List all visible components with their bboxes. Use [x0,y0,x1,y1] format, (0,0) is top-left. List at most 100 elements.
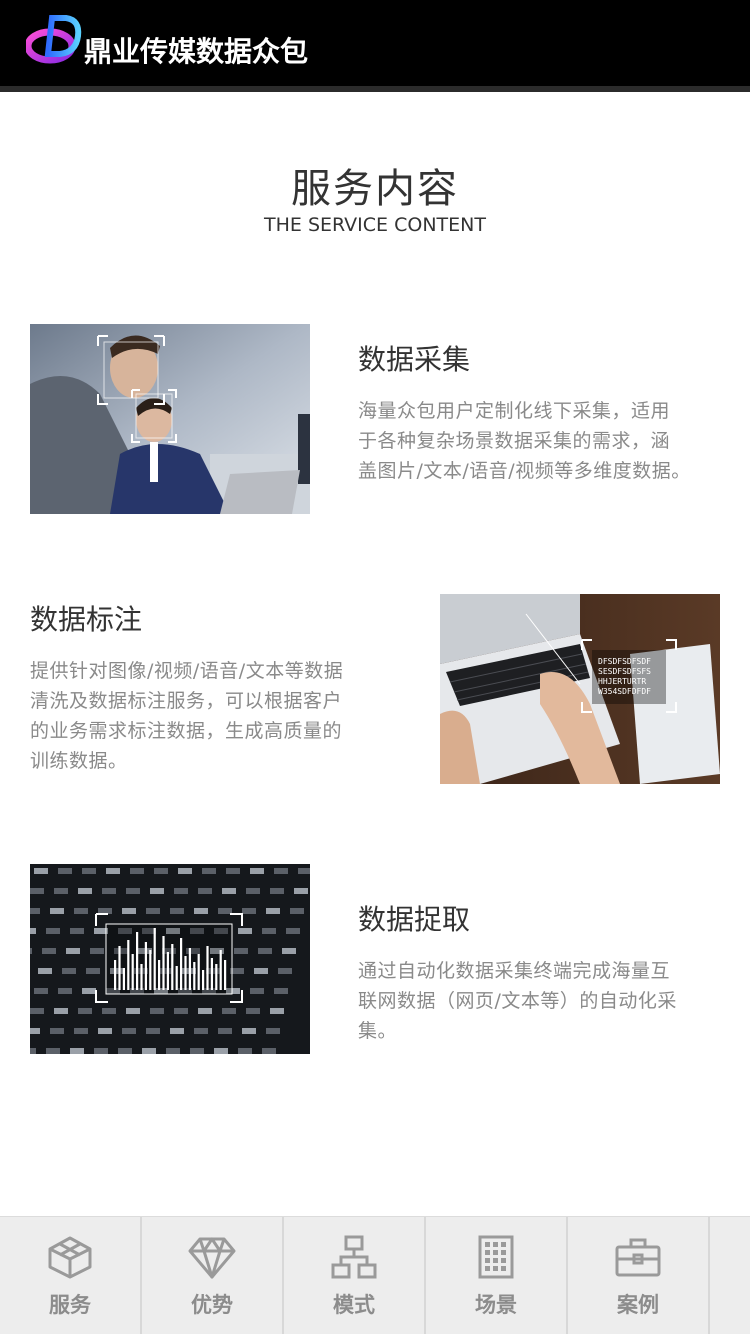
mixer-fader [290,908,304,914]
mixer-fader [86,968,100,974]
mixer-fader [298,868,310,874]
tab-label: 服务 [49,1293,91,1317]
waveform-bar [158,960,161,990]
mixer-fader [126,888,140,894]
mixer-fader [142,1048,156,1054]
waveform-bar [197,954,200,990]
mixer-fader [198,1008,212,1014]
page: 鼎业传媒数据众包 服务内容 THE SERVICE CONTENT 数据采集 海… [0,0,750,1334]
mixer-fader [70,928,84,934]
mixer-fader [90,948,104,954]
mixer-fader [106,868,120,874]
briefcase-icon [615,1238,661,1277]
mixer-fader [294,888,308,894]
overlay-text-line: W354SDFDFDF [598,687,651,696]
desc-line: 通过自动化数据采集终端完成海量互 [358,960,671,982]
mixer-fader [82,868,96,874]
tab-service[interactable]: 服务 [0,1217,142,1334]
waveform-bar [131,954,134,990]
desc-line: 海量众包用户定制化线下采集，适用 [358,400,671,422]
waveform-bar [180,938,183,990]
mixer-fader [150,1008,164,1014]
mixer-fader [130,868,144,874]
service-desc-collection: 海量众包用户定制化线下采集，适用 于各种复杂场景数据采集的需求，涵 盖图片/文本… [358,396,738,486]
waveform-bar [140,964,143,990]
mixer-fader [30,908,40,914]
waveform-bar [144,942,147,990]
mixer-fader [58,988,72,994]
mixer-fader [78,1008,92,1014]
mixer-fader [146,908,160,914]
logo-text: 鼎业传媒数据众包 [84,35,309,68]
waveform-bar [149,950,152,990]
mixer-fader [122,908,136,914]
waveform-bar [193,962,196,990]
mixer-fader [238,1048,252,1054]
mixer-fader [50,1028,64,1034]
section-subtitle: THE SERVICE CONTENT [264,214,486,236]
building-icon [478,1235,514,1279]
mixer-fader [74,908,88,914]
mixer-fader [30,1048,36,1054]
tab-overflow[interactable] [710,1217,750,1334]
mixer-fader [78,888,92,894]
tab-label: 案例 [617,1293,659,1317]
mixer-fader [202,868,216,874]
overlay-text-line: SESDFSDFSFS [598,667,651,676]
waveform-bar [188,948,191,990]
tab-advantage[interactable]: 优势 [142,1217,284,1334]
tab-case[interactable]: 案例 [568,1217,710,1334]
mixer-fader [102,1008,116,1014]
mixer-fader [62,968,76,974]
mixer-fader [34,988,48,994]
mixer-fader [34,868,48,874]
mixer-fader [282,948,296,954]
mixer-fader [174,888,188,894]
tab-mode[interactable]: 模式 [284,1217,426,1334]
mixer-fader [238,928,252,934]
mixer-fader [194,908,208,914]
waveform-bar [171,944,174,990]
header-bar: 鼎业传媒数据众包 [0,0,750,92]
overlay-text-line: DFSDFSDFSDF [598,657,651,666]
mixer-fader [174,1008,188,1014]
bottom-tab-bar: 服务 优势 模式 场景 案例 [0,1216,750,1334]
mixer-fader [94,1048,108,1054]
mixer-fader [30,1028,40,1034]
mixer-fader [30,928,36,934]
mixer-fader [222,888,236,894]
waveform-bar [184,956,187,990]
waveform-bar [162,936,165,990]
mixer-fader [82,988,96,994]
data-capture-image [30,864,310,1054]
mixer-fader [218,908,232,914]
mixer-fader [242,908,256,914]
desc-line: 训练数据。 [30,750,128,772]
logo-icon[interactable] [26,14,84,66]
mixer-fader [58,868,72,874]
mixer-fader [46,928,60,934]
hierarchy-icon [331,1235,377,1279]
mixer-fader [98,1028,112,1034]
desc-line: 集。 [358,1020,398,1042]
mixer-fader [146,1028,160,1034]
waveform-bar [114,960,117,990]
waveform-bar [206,946,209,990]
waveform-bar [210,958,213,990]
mixer-fader [254,968,268,974]
mixer-fader [270,1008,284,1014]
data-collection-image [30,324,310,514]
mixer-fader [266,1028,280,1034]
mixer-fader [250,988,264,994]
desc-line: 清洗及数据标注服务，可以根据客户 [30,690,343,712]
service-title-capture: 数据捉取 [358,903,471,936]
desc-line: 提供针对图像/视频/语音/文本等数据 [30,660,344,682]
tab-scene[interactable]: 场景 [426,1217,568,1334]
waveform-bar [215,964,218,990]
mixer-fader [118,1048,132,1054]
mixer-fader [154,868,168,874]
mixer-fader [286,928,300,934]
cube-icon [48,1236,92,1279]
waveform-bar [122,968,125,990]
mixer-fader [262,928,276,934]
